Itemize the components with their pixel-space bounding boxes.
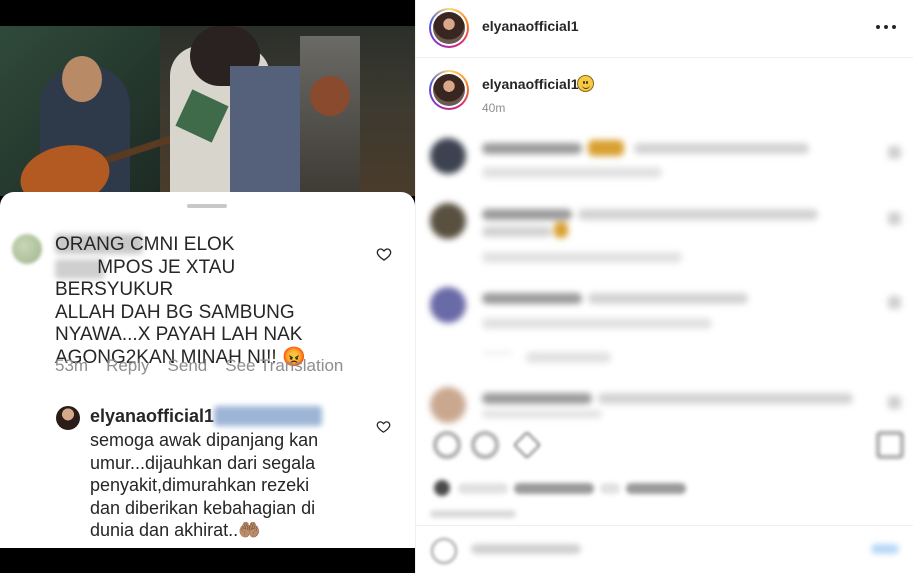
reply-text: semoga awak dipanjang kan umur...dijauhk… <box>90 430 319 540</box>
more-horizontal-icon[interactable] <box>876 25 896 31</box>
singer-jacket <box>230 66 300 196</box>
video-banner <box>300 36 360 196</box>
share-icon[interactable] <box>513 431 541 459</box>
header-avatar[interactable] <box>429 8 469 48</box>
save-icon[interactable] <box>877 432 903 458</box>
caption-time: 40m <box>482 101 506 115</box>
add-comment-bar <box>416 525 913 573</box>
header-username[interactable]: elyanaofficial1 <box>482 18 579 34</box>
caption-avatar[interactable] <box>429 70 469 110</box>
instagram-post-view: ORANG CMNI ELOK MPOS JE XTAU BERSYUKUR A… <box>0 0 913 573</box>
comments-sheet: ORANG CMNI ELOK MPOS JE XTAU BERSYUKUR A… <box>0 192 415 548</box>
post-button[interactable] <box>871 544 899 554</box>
send-link[interactable]: Send <box>168 356 208 376</box>
comment-text: ORANG CMNI ELOK MPOS JE XTAU BERSYUKUR A… <box>55 234 306 368</box>
post-actions <box>416 430 913 466</box>
caption-username[interactable]: elyanaofficial1 <box>482 76 579 92</box>
post-header: elyanaofficial1 <box>416 0 913 58</box>
post-sidebar: elyanaofficial1 elyanaofficial1 40m <box>415 0 913 573</box>
post-media[interactable]: ORANG CMNI ELOK MPOS JE XTAU BERSYUKUR A… <box>0 0 415 573</box>
like-icon[interactable] <box>434 432 460 458</box>
likes-summary <box>434 480 694 496</box>
guitarist-head <box>62 56 102 102</box>
reply-link[interactable]: Reply <box>106 356 149 376</box>
slightly-smiling-face-icon <box>577 75 594 92</box>
reply-avatar <box>56 406 80 430</box>
reply-username[interactable]: elyanaofficial1 <box>90 406 214 427</box>
heart-icon[interactable] <box>376 246 392 262</box>
comment-icon[interactable] <box>472 432 498 458</box>
banner-logo <box>310 76 350 116</box>
video-frame <box>0 26 415 196</box>
heart-icon[interactable] <box>376 419 391 434</box>
comment-meta: 53m Reply Send See Translation <box>55 356 343 376</box>
sheet-drag-handle[interactable] <box>187 204 227 208</box>
comment-time: 53m <box>55 356 89 375</box>
redacted-mention <box>214 406 322 426</box>
commenter-avatar <box>12 234 42 264</box>
post-date <box>430 510 516 518</box>
add-comment-input[interactable] <box>471 544 581 554</box>
see-translation-link[interactable]: See Translation <box>225 356 343 376</box>
emoji-icon[interactable] <box>431 538 457 564</box>
